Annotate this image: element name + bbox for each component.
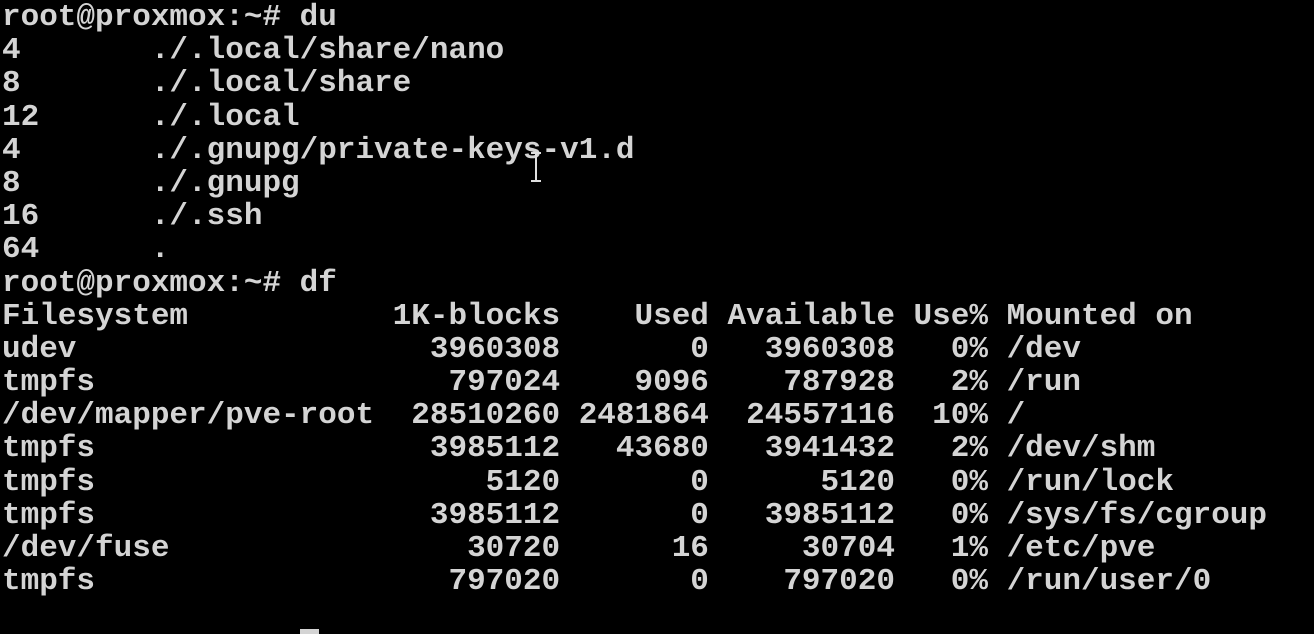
terminal-window[interactable]: root@proxmox:~# du 4 ./.local/share/nano… xyxy=(0,0,1314,634)
terminal-text-cursor xyxy=(300,629,319,634)
terminal-line-df-row: udev 3960308 0 3960308 0% /dev xyxy=(2,331,1081,367)
terminal-line-du-output: 8 ./.gnupg xyxy=(2,165,300,201)
terminal-line-du-output: 16 ./.ssh xyxy=(2,199,263,235)
terminal-line-du-output: 12 ./.local xyxy=(2,99,300,135)
terminal-line-du-output: 64 . xyxy=(2,232,170,268)
terminal-line-df-row: /dev/mapper/pve-root 28510260 2481864 24… xyxy=(2,398,1026,434)
terminal-line-prompt-du: root@proxmox:~# du xyxy=(2,0,337,35)
terminal-line-prompt-df: root@proxmox:~# df xyxy=(2,265,337,301)
terminal-line-df-row: tmpfs 797020 0 797020 0% /run/user/0 xyxy=(2,564,1212,600)
terminal-line-df-row: tmpfs 3985112 0 3985112 0% /sys/fs/cgrou… xyxy=(2,497,1268,533)
terminal-line-df-header: Filesystem 1K-blocks Used Available Use%… xyxy=(2,298,1193,334)
terminal-line-du-output: 8 ./.local/share xyxy=(2,66,412,102)
terminal-line-du-output: 4 ./.local/share/nano xyxy=(2,33,505,69)
terminal-line-df-row: /dev/fuse 30720 16 30704 1% /etc/pve xyxy=(2,531,1156,566)
terminal-line-df-row: tmpfs 3985112 43680 3941432 2% /dev/shm xyxy=(2,431,1156,467)
terminal-line-df-row: tmpfs 5120 0 5120 0% /run/lock xyxy=(2,464,1174,500)
mouse-ibeam-cursor-icon xyxy=(530,152,542,182)
terminal-line-du-output: 4 ./.gnupg/private-keys-v1.d xyxy=(2,132,635,168)
terminal-line-df-row: tmpfs 797024 9096 787928 2% /run xyxy=(2,365,1081,401)
